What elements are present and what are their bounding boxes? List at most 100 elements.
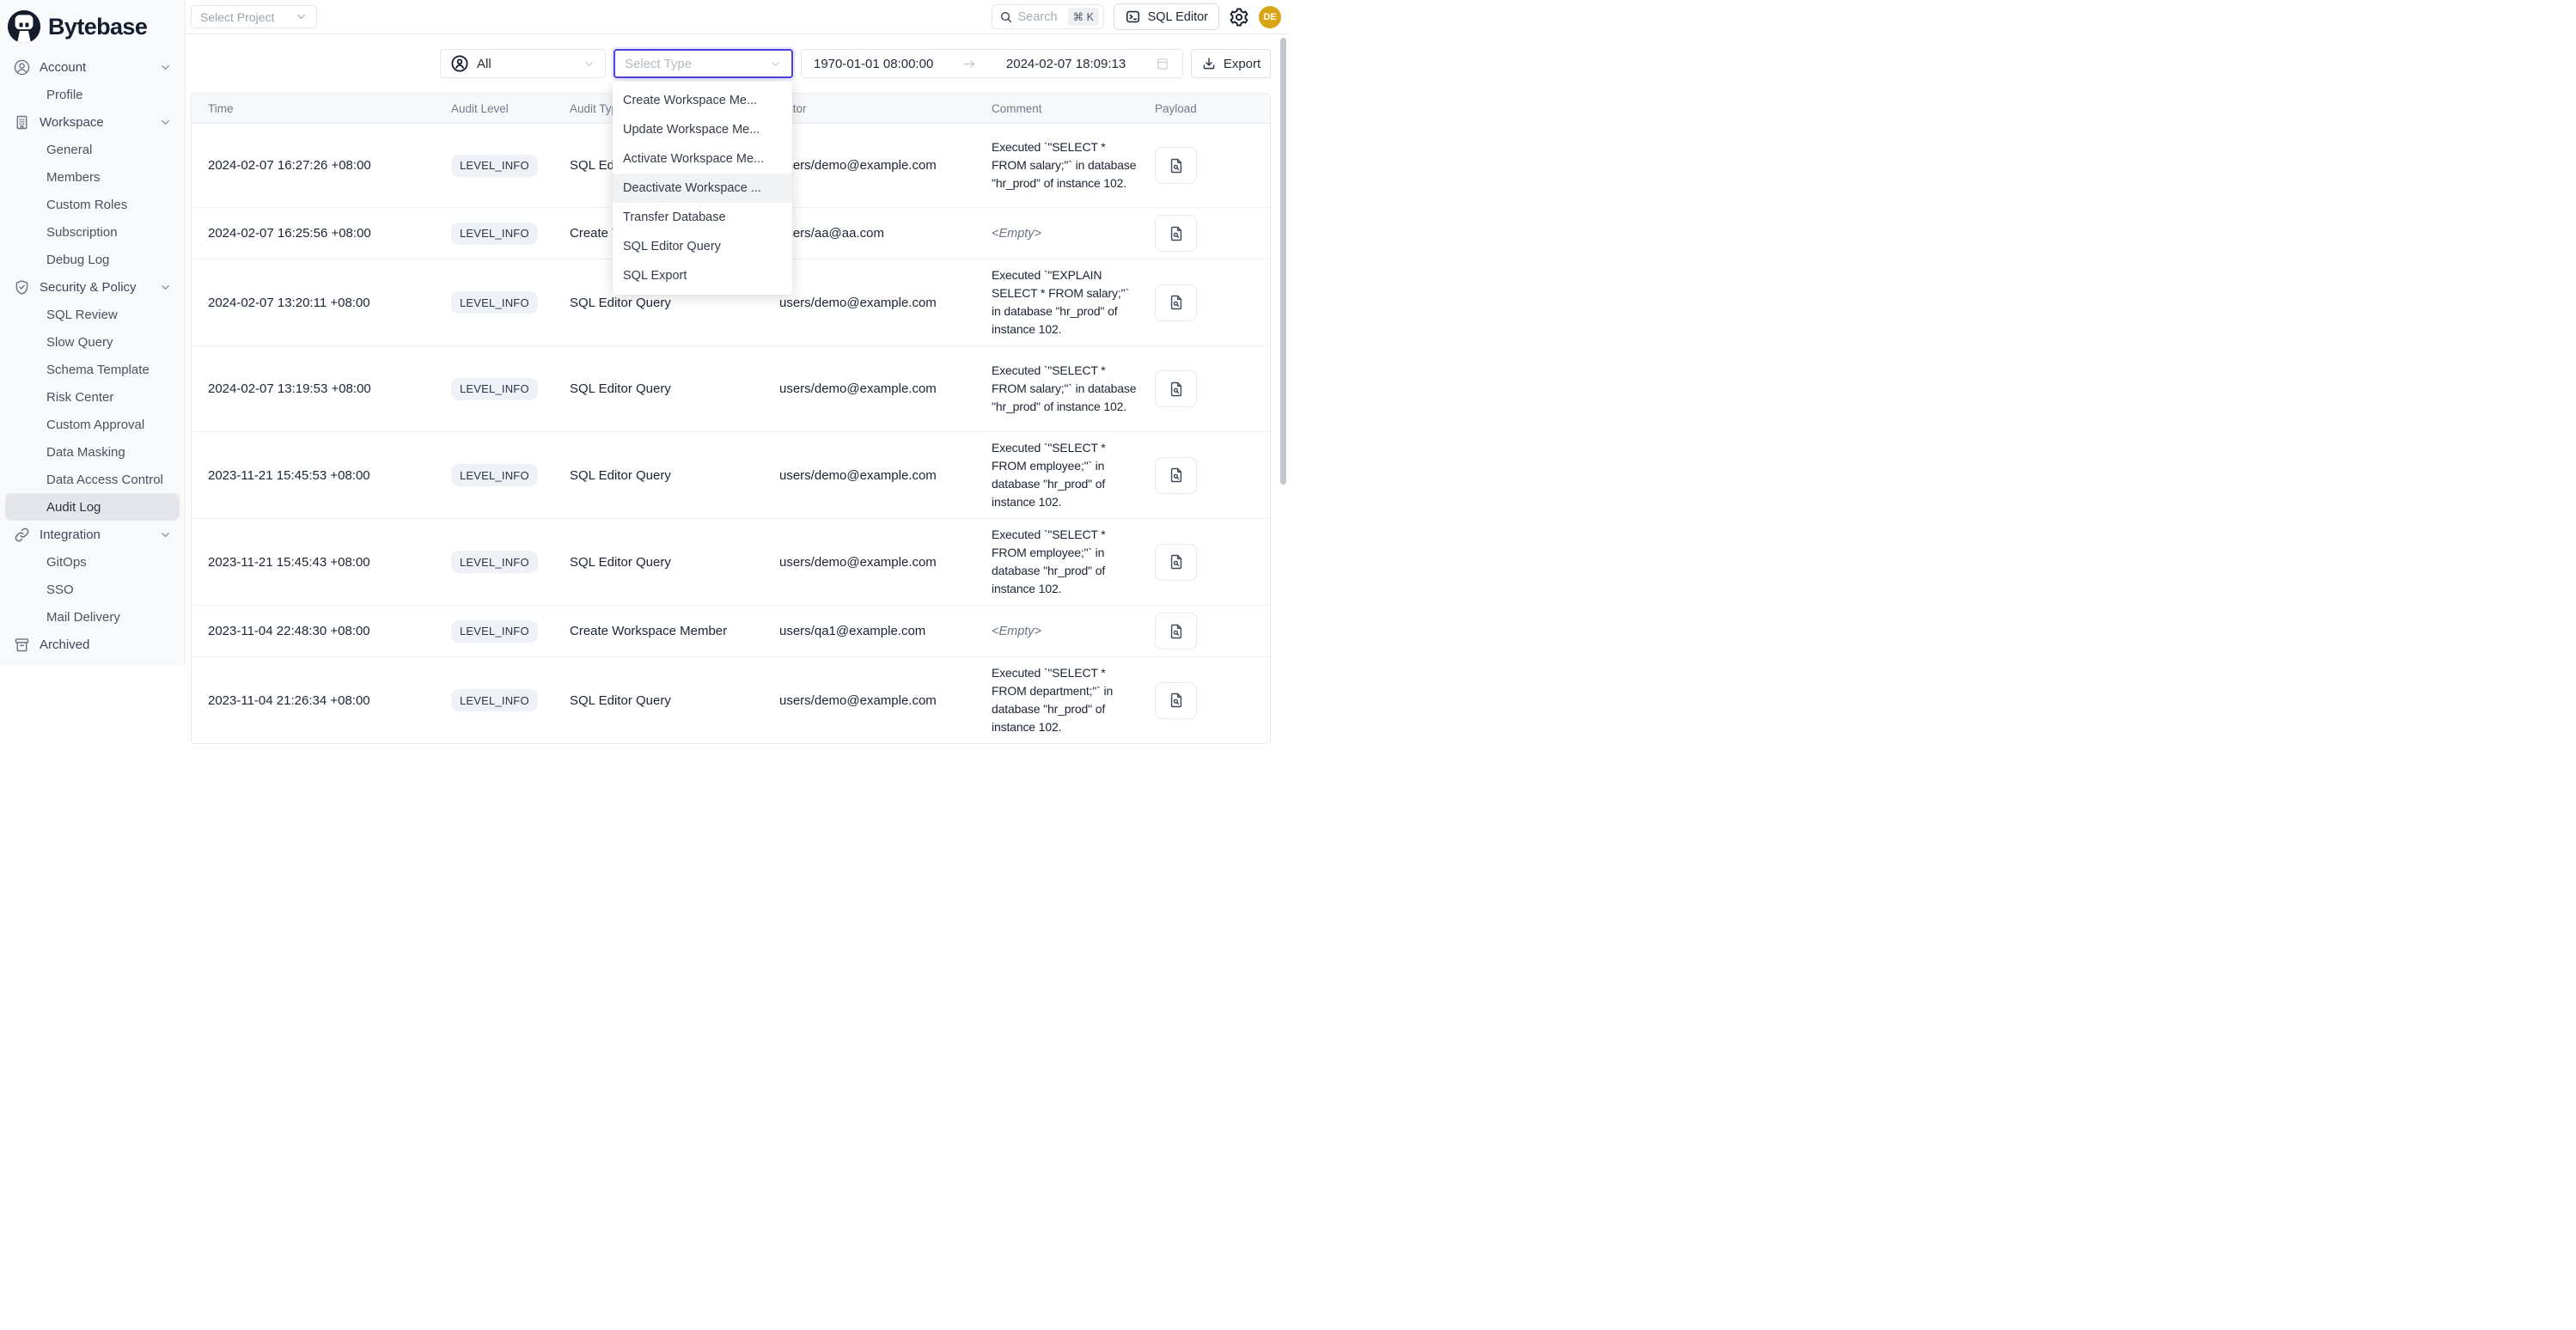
cell-time: 2024-02-07 13:20:11 +08:00 xyxy=(192,259,435,346)
sidebar-item-risk-center[interactable]: Risk Center xyxy=(5,383,180,411)
project-select-label: Select Project xyxy=(200,10,274,24)
sidebar-item-label: Custom Roles xyxy=(46,198,127,212)
sidebar-item-label: GitOps xyxy=(46,555,87,570)
col-header-actor: Actor xyxy=(763,94,975,124)
actor-filter-select[interactable]: All xyxy=(440,49,606,78)
sidebar-item-label: Data Access Control xyxy=(46,473,163,487)
audit-level-badge: LEVEL_INFO xyxy=(451,155,538,177)
sidebar-item-subscription[interactable]: Subscription xyxy=(5,218,180,246)
search-shortcut-badge: ⌘ K xyxy=(1068,8,1099,26)
sidebar-item-label: Archived xyxy=(40,638,89,652)
type-filter-select[interactable]: Select Type xyxy=(613,49,793,78)
cell-comment: <Empty> xyxy=(975,208,1138,259)
link-icon xyxy=(13,526,31,544)
cell-comment: Executed `"EXPLAIN SELECT * FROM salary;… xyxy=(975,259,1138,346)
dropdown-item-sql-editor-query[interactable]: SQL Editor Query xyxy=(613,232,792,261)
payload-view-button[interactable] xyxy=(1155,682,1197,719)
sidebar-item-sso[interactable]: SSO xyxy=(5,576,180,603)
audit-level-badge: LEVEL_INFO xyxy=(451,378,538,400)
table-row: 2023-11-21 15:45:43 +08:00 LEVEL_INFO SQ… xyxy=(192,519,1270,606)
type-filter-placeholder: Select Type xyxy=(625,57,692,71)
sidebar-item-label: Account xyxy=(40,60,86,75)
terminal-icon xyxy=(1125,9,1141,25)
sidebar-item-sql-review[interactable]: SQL Review xyxy=(5,301,180,328)
sql-editor-button[interactable]: SQL Editor xyxy=(1114,3,1219,30)
sidebar-item-data-masking[interactable]: Data Masking xyxy=(5,438,180,466)
sidebar-item-general[interactable]: General xyxy=(5,136,180,163)
col-header-payload: Payload xyxy=(1138,94,1270,124)
sidebar-item-label: Members xyxy=(46,170,101,185)
sidebar-item-slow-query[interactable]: Slow Query xyxy=(5,328,180,356)
date-range-picker[interactable]: 1970-01-01 08:00:00 2024-02-07 18:09:13 xyxy=(801,49,1183,78)
payload-view-button[interactable] xyxy=(1155,544,1197,581)
sidebar-item-schema-template[interactable]: Schema Template xyxy=(5,356,180,383)
sidebar-item-archived[interactable]: Archived xyxy=(5,631,180,658)
payload-view-button[interactable] xyxy=(1155,215,1197,252)
audit-level-badge: LEVEL_INFO xyxy=(451,551,538,573)
cell-actor: users/demo@example.com xyxy=(763,259,975,346)
type-filter-dropdown: Create Workspace Me... Update Workspace … xyxy=(613,82,792,295)
export-button[interactable]: Export xyxy=(1191,49,1271,78)
sidebar-item-members[interactable]: Members xyxy=(5,163,180,191)
sidebar-item-workspace[interactable]: Workspace xyxy=(5,108,180,136)
cell-audit-type: SQL Editor Query xyxy=(553,519,763,606)
sidebar-item-label: Integration xyxy=(40,528,101,542)
sidebar-item-profile[interactable]: Profile xyxy=(5,81,180,108)
payload-view-button[interactable] xyxy=(1155,457,1197,494)
sidebar-item-label: Custom Approval xyxy=(46,418,144,432)
audit-level-badge: LEVEL_INFO xyxy=(451,689,538,711)
search-input[interactable] xyxy=(1018,10,1063,24)
sidebar-item-custom-approval[interactable]: Custom Approval xyxy=(5,411,180,438)
table-row: 2023-11-21 15:45:53 +08:00 LEVEL_INFO SQ… xyxy=(192,432,1270,519)
col-header-time: Time xyxy=(192,94,435,124)
payload-view-button[interactable] xyxy=(1155,147,1197,184)
sidebar-item-label: Security & Policy xyxy=(40,280,137,295)
user-circle-icon xyxy=(13,58,31,76)
project-select[interactable]: Select Project xyxy=(191,5,317,28)
sidebar-item-gitops[interactable]: GitOps xyxy=(5,548,180,576)
table-row: 2023-11-04 22:48:30 +08:00 LEVEL_INFO Cr… xyxy=(192,606,1270,657)
cell-audit-type: SQL Editor Query xyxy=(553,657,763,743)
dropdown-item-sql-export[interactable]: SQL Export xyxy=(613,261,792,290)
chevron-down-icon xyxy=(159,528,172,541)
gear-icon[interactable] xyxy=(1229,7,1249,27)
archive-box-icon xyxy=(13,636,31,654)
cell-actor: users/qa1@example.com xyxy=(763,606,975,657)
person-circle-icon xyxy=(450,54,469,73)
sidebar-item-integration[interactable]: Integration xyxy=(5,521,180,548)
cell-time: 2024-02-07 16:25:56 +08:00 xyxy=(192,208,435,259)
dropdown-item-activate-workspace-member[interactable]: Activate Workspace Me... xyxy=(613,144,792,174)
sidebar-item-label: SSO xyxy=(46,583,74,597)
sidebar-item-label: Mail Delivery xyxy=(46,610,120,625)
filter-bar: All Select Type 1970-01-01 08:00:00 xyxy=(186,34,1288,78)
sidebar-item-debug-log[interactable]: Debug Log xyxy=(5,246,180,273)
scrollbar-thumb[interactable] xyxy=(1280,38,1286,485)
col-header-comment: Comment xyxy=(975,94,1138,124)
dropdown-item-transfer-database[interactable]: Transfer Database xyxy=(613,203,792,232)
payload-view-button[interactable] xyxy=(1155,284,1197,321)
sidebar-item-audit-log[interactable]: Audit Log xyxy=(5,493,180,521)
date-from[interactable]: 1970-01-01 08:00:00 xyxy=(814,57,933,71)
dropdown-item-create-workspace-member[interactable]: Create Workspace Me... xyxy=(613,86,792,115)
payload-view-button[interactable] xyxy=(1155,613,1197,650)
date-to[interactable]: 2024-02-07 18:09:13 xyxy=(1006,57,1126,71)
sidebar-item-label: General xyxy=(46,143,92,157)
sidebar-item-account[interactable]: Account xyxy=(5,53,180,81)
chevron-down-icon xyxy=(769,58,782,70)
calendar-icon xyxy=(1155,56,1170,71)
payload-view-button[interactable] xyxy=(1155,370,1197,407)
sidebar-item-label: Slow Query xyxy=(46,335,113,350)
cell-comment: Executed `"SELECT * FROM department;"` i… xyxy=(975,657,1138,743)
sidebar-item-mail-delivery[interactable]: Mail Delivery xyxy=(5,603,180,631)
avatar[interactable]: DE xyxy=(1259,6,1281,28)
search-box[interactable]: ⌘ K xyxy=(992,4,1104,29)
chevron-down-icon xyxy=(159,281,172,294)
dropdown-item-deactivate-workspace-member[interactable]: Deactivate Workspace ... xyxy=(613,174,792,203)
brand-logo[interactable]: Bytebase xyxy=(0,0,185,50)
sidebar-item-custom-roles[interactable]: Custom Roles xyxy=(5,191,180,218)
sidebar-item-security-policy[interactable]: Security & Policy xyxy=(5,273,180,301)
dropdown-item-update-workspace-member[interactable]: Update Workspace Me... xyxy=(613,115,792,144)
audit-level-badge: LEVEL_INFO xyxy=(451,223,538,245)
sidebar-item-data-access-control[interactable]: Data Access Control xyxy=(5,466,180,493)
download-icon xyxy=(1201,56,1217,71)
